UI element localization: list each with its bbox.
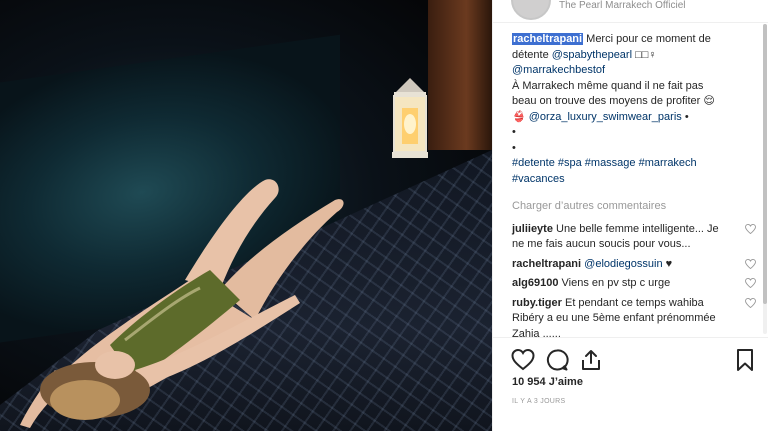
- caption-text-2: À Marrakech même quand il ne fait pas be…: [512, 79, 715, 108]
- comment-item: juliieyte Une belle femme intelligente..…: [512, 222, 756, 253]
- comment-text: Viens en pv stp c urge: [558, 277, 671, 289]
- comment-like-icon[interactable]: [745, 278, 756, 288]
- comment-text: ♥: [662, 257, 673, 270]
- caption-mention-1[interactable]: @spabythepearl: [552, 49, 632, 61]
- comment-item: ruby.tiger Et pendant ce temps wahiba Ri…: [512, 296, 756, 343]
- caption-mention-2[interactable]: @marrakechbestof: [512, 64, 605, 76]
- comment-icon[interactable]: [545, 348, 569, 372]
- caption-hashtags[interactable]: #detente #spa #massage #marrakech #vacan…: [512, 157, 697, 185]
- caption: racheltrapani Merci pour ce moment de dé…: [512, 32, 740, 187]
- comments-scrollbar[interactable]: [763, 24, 767, 334]
- caption-bullet-3: •: [512, 141, 516, 154]
- caption-emoji-1: □□♀: [632, 48, 657, 61]
- post-photo[interactable]: [0, 0, 492, 431]
- lantern-icon: [392, 78, 428, 158]
- share-icon[interactable]: [579, 348, 603, 372]
- comment-user[interactable]: ruby.tiger: [512, 297, 562, 309]
- comment-user[interactable]: juliieyte: [512, 223, 553, 235]
- comment-list: racheltrapani Merci pour ce moment de dé…: [512, 32, 756, 346]
- scrollbar-thumb[interactable]: [763, 24, 767, 304]
- comment-like-icon[interactable]: [745, 258, 756, 269]
- comment-user[interactable]: alg69100: [512, 277, 558, 289]
- caption-author[interactable]: racheltrapani: [512, 33, 584, 45]
- comment-item: racheltrapani @elodiegossuin ♥: [512, 257, 756, 273]
- comment-mention[interactable]: @elodiegossuin: [584, 258, 662, 270]
- bookmark-icon[interactable]: [733, 348, 757, 372]
- photo-subject: [20, 179, 344, 428]
- photo-door: [428, 0, 492, 150]
- account-name[interactable]: The Pearl Marrakech Officiel: [559, 0, 686, 11]
- comments-panel: The Pearl Marrakech Officiel racheltrapa…: [492, 0, 768, 431]
- caption-bullet-1: •: [681, 110, 689, 123]
- caption-mention-3[interactable]: @orza_luxury_swimwear_paris: [529, 111, 682, 123]
- caption-text-3-prefix: 👙: [512, 110, 529, 123]
- post-header: The Pearl Marrakech Officiel: [493, 0, 768, 23]
- comment-like-icon[interactable]: [745, 297, 756, 308]
- action-bar: [493, 337, 768, 378]
- load-more-comments[interactable]: Charger d’autres commentaires: [512, 199, 740, 215]
- heart-icon[interactable]: [511, 348, 535, 372]
- avatar[interactable]: [511, 0, 551, 20]
- comment-user[interactable]: racheltrapani: [512, 258, 581, 270]
- caption-bullet-2: •: [512, 126, 516, 138]
- comment-like-icon[interactable]: [745, 223, 756, 234]
- comment-item: alg69100 Viens en pv stp c urge: [512, 276, 756, 292]
- likes-count[interactable]: 10 954 J’aime: [512, 376, 583, 388]
- post-timestamp: IL Y A 3 JOURS: [512, 398, 566, 405]
